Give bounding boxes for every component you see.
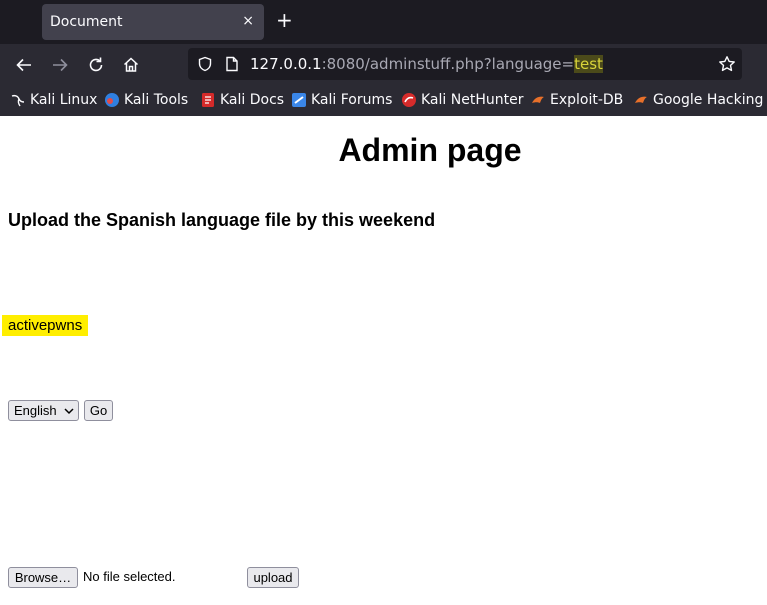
bookmark-label: Kali Forums	[311, 92, 393, 108]
back-arrow-icon	[16, 58, 31, 72]
tab-document[interactable]: Document ×	[42, 4, 264, 40]
url-param-value: test	[574, 55, 603, 73]
navigation-toolbar: 127.0.0.1:8080/adminstuff.php?language=t…	[0, 44, 767, 86]
back-button[interactable]	[13, 54, 35, 76]
url-path: :8080/adminstuff.php?language=	[321, 55, 575, 73]
bookmark-kali-linux[interactable]: Kali Linux	[10, 92, 97, 108]
reload-icon	[89, 57, 103, 72]
page-title: Admin page	[338, 132, 522, 168]
chevron-down-icon	[64, 408, 74, 415]
bookmark-kali-forums[interactable]: Kali Forums	[291, 92, 392, 108]
url-host: 127.0.0.1	[250, 55, 322, 73]
reload-button[interactable]	[85, 54, 107, 76]
bookmark-label: Kali Docs	[220, 92, 285, 108]
close-tab-icon[interactable]: ×	[242, 13, 254, 29]
exploit-db-icon	[532, 96, 544, 103]
page-subtitle: Upload the Spanish language file by this…	[8, 210, 436, 230]
kali-dragon-icon	[11, 94, 25, 107]
tab-bar: Document × +	[0, 0, 767, 44]
language-select-value: English	[14, 403, 57, 418]
bookmark-exploit-db[interactable]: Exploit-DB	[530, 92, 623, 108]
tab-title: Document	[50, 14, 123, 30]
kali-nethunter-icon	[402, 93, 416, 107]
home-icon	[123, 57, 139, 72]
kali-forums-icon	[292, 93, 306, 107]
page-content: Admin page Upload the Spanish language f…	[0, 116, 767, 605]
page-info-icon[interactable]	[225, 56, 239, 72]
bookmark-kali-tools[interactable]: Kali Tools	[104, 92, 188, 108]
home-button[interactable]	[120, 54, 142, 76]
kali-docs-icon	[202, 93, 214, 107]
shield-icon[interactable]	[197, 56, 213, 72]
new-tab-button[interactable]: +	[276, 10, 293, 30]
browse-button[interactable]: Browse…	[8, 567, 78, 588]
bookmarks-toolbar: Kali Linux Kali Tools Kali Docs Kali For…	[0, 86, 767, 116]
kali-tools-icon	[105, 93, 119, 107]
bookmark-label: Exploit-DB	[550, 92, 624, 108]
bookmark-label: Kali Linux	[30, 92, 98, 108]
url-text[interactable]: 127.0.0.1:8080/adminstuff.php?language=t…	[250, 55, 603, 73]
highlighted-username: activepwns	[2, 315, 89, 336]
go-button[interactable]: Go	[84, 400, 113, 421]
bookmark-label: Kali Tools	[124, 92, 189, 108]
forward-button[interactable]	[49, 54, 71, 76]
bookmark-kali-nethunter[interactable]: Kali NetHunter	[401, 92, 523, 108]
google-hacking-icon	[635, 96, 647, 103]
forward-arrow-icon	[53, 58, 68, 72]
bookmark-kali-docs[interactable]: Kali Docs	[200, 92, 284, 108]
bookmark-google-hacking[interactable]: Google Hacking D	[633, 92, 767, 108]
url-bar[interactable]: 127.0.0.1:8080/adminstuff.php?language=t…	[188, 48, 742, 80]
language-select[interactable]: English	[8, 400, 79, 421]
bookmark-star-icon[interactable]	[718, 55, 736, 73]
bookmark-label: Google Hacking D	[653, 92, 767, 108]
bookmark-label: Kali NetHunter	[421, 92, 524, 108]
file-status-text: No file selected.	[83, 569, 176, 584]
upload-button[interactable]: upload	[247, 567, 299, 588]
